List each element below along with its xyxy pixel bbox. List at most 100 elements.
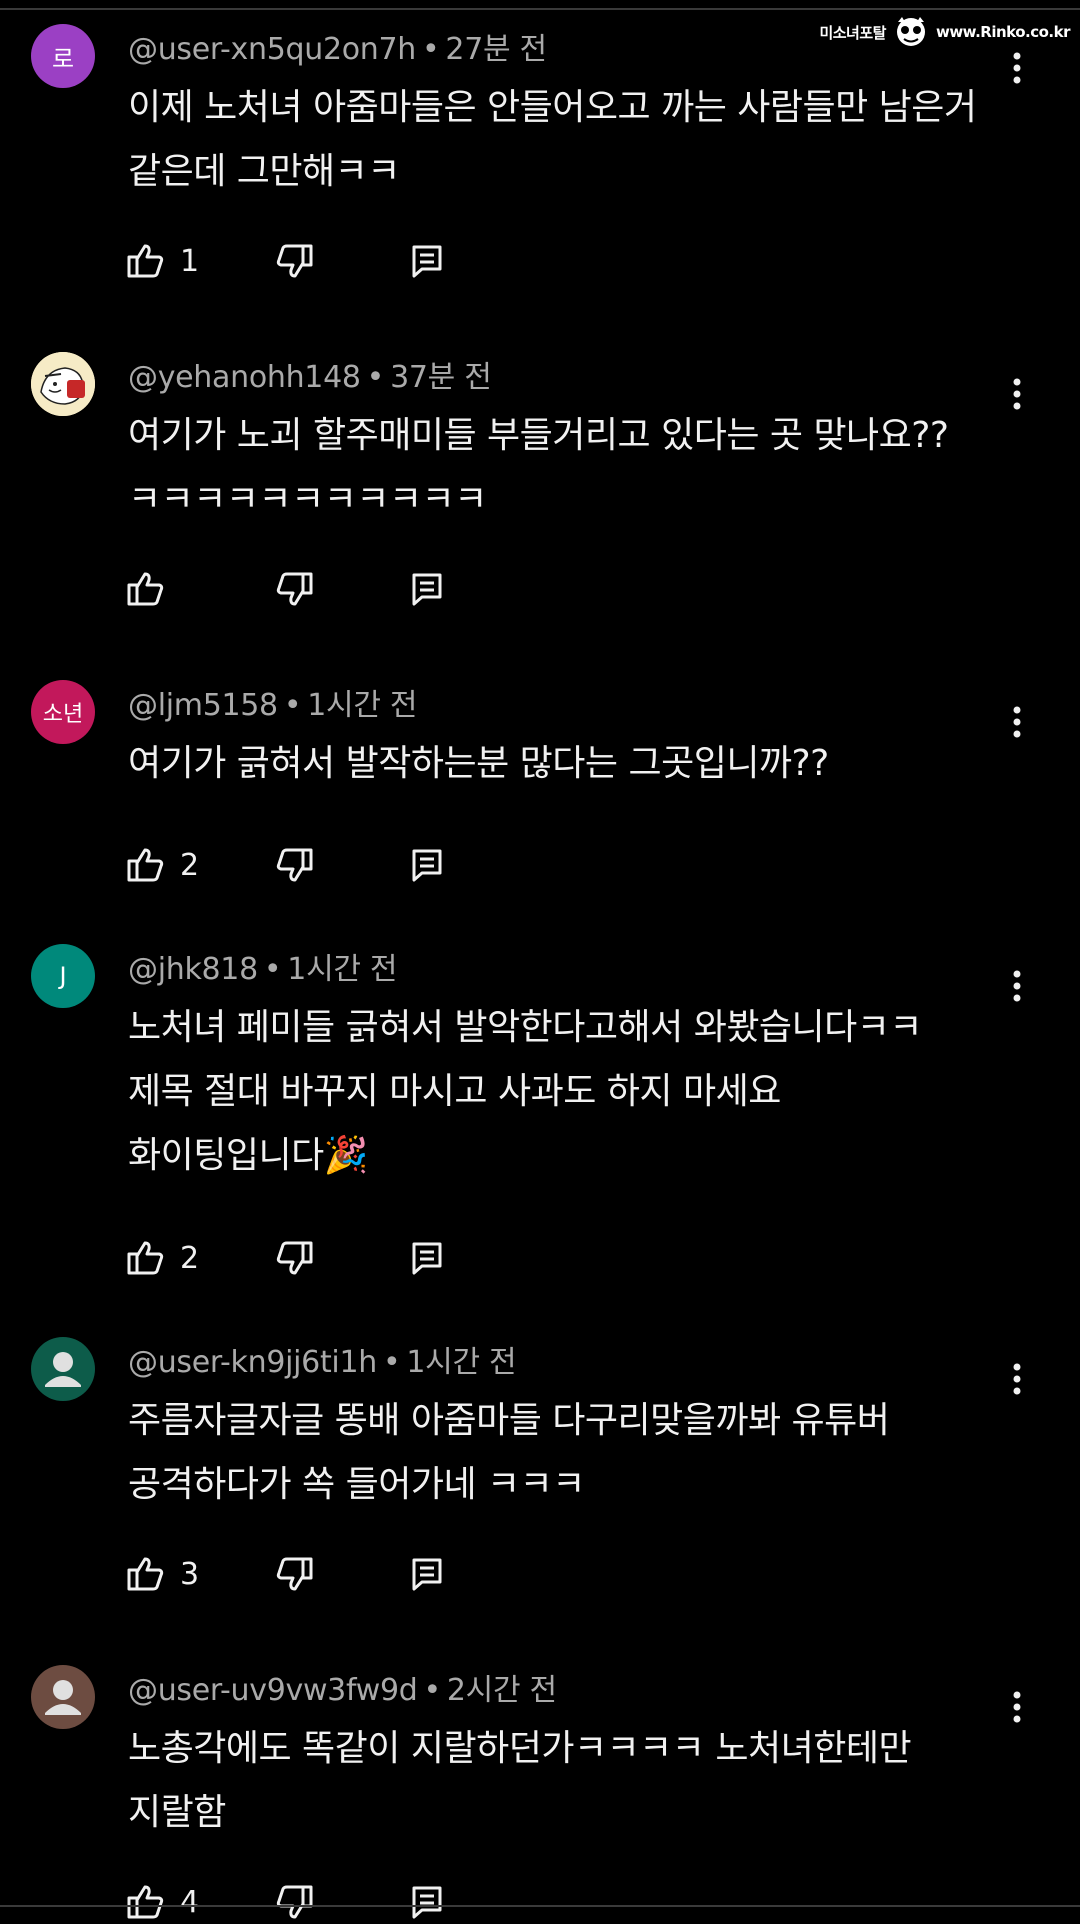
dislike-button[interactable] [274,239,314,283]
avatar[interactable]: 소년 [31,680,95,744]
reply-button[interactable] [410,567,444,611]
thumb-down-icon [274,569,314,609]
avatar[interactable]: J [31,944,95,1008]
comment-meta: @user-kn9jj6ti1h • 1시간 전 [128,1337,517,1381]
thumb-down-icon [274,1554,314,1594]
watermark-url: www.Rinko.co.kr [935,23,1071,41]
watermark: 미소녀포탈 www.Rinko.co.kr [819,14,1071,50]
reply-icon [410,1240,444,1276]
dislike-button[interactable] [274,1880,314,1924]
comment-text-line: 노처녀 페미들 긁혀서 발악한다고해서 와봤습니다ㅋㅋ [128,1007,923,1048]
like-count: 2 [180,847,200,883]
avatar-letter: 소년 [42,702,84,727]
comment-text: 노처녀 페미들 긁혀서 발악한다고해서 와봤습니다ㅋㅋ 제목 절대 바꾸지 마시고… [128,996,1018,1188]
thumb-down-icon [274,241,314,281]
like-button[interactable]: 4 [126,1880,199,1924]
avatar[interactable]: 로 [31,24,95,88]
avatar[interactable] [31,1337,95,1401]
comment-time: 1시간 전 [307,688,418,723]
watermark-text: 미소녀포탈 [819,23,886,42]
dislike-button[interactable] [274,843,314,887]
comment-text-line: 제목 절대 바꾸지 마시고 사과도 하지 마세요 [128,1071,781,1112]
meta-separator: • [283,688,302,723]
reply-icon [410,571,444,607]
author-handle[interactable]: @yehanohh148 [128,360,361,395]
comment-text-line: 지랄함 [128,1792,226,1833]
comment-time: 1시간 전 [287,952,398,987]
dislike-button[interactable] [274,1552,314,1596]
comment-text-line: 공격하다가 쏙 들어가네 ㅋㅋㅋ [128,1464,585,1505]
bottom-divider [0,1905,1080,1907]
comment-text-line: 이제 노처녀 아줌마들은 안들어오고 까는 사람들만 남은거 [128,87,977,128]
avatar[interactable] [31,352,95,416]
avatar-letter: J [59,962,67,990]
author-handle[interactable]: @user-kn9jj6ti1h [128,1345,377,1380]
watermark-logo-icon [896,17,925,46]
reply-icon [410,1556,444,1592]
like-count: 3 [180,1556,200,1592]
like-button[interactable]: 2 [126,843,199,887]
comment-text-line: 주름자글자글 똥배 아줌마들 다구리맞을까봐 유튜버 [128,1400,890,1441]
avatar[interactable] [31,1665,95,1729]
author-handle[interactable]: @ljm5158 [128,688,278,723]
default-person-icon [31,1665,95,1729]
author-handle[interactable]: @jhk818 [128,952,258,987]
avatar-letter: 로 [51,44,75,73]
like-count: 4 [180,1884,200,1920]
comment-text: 여기가 긁혀서 발작하는분 많다는 그곳입니까?? [128,732,1018,796]
reply-icon [410,1884,444,1920]
comment-actions: 3 [126,1552,526,1596]
comment-meta: @yehanohh148 • 37분 전 [128,352,492,396]
comment-meta: @user-uv9vw3fw9d • 2시간 전 [128,1665,557,1709]
comment-text: 노총각에도 똑같이 지랄하던가ㅋㅋㅋㅋ 노처녀한테만지랄함 [128,1717,1018,1845]
default-person-icon [31,1337,95,1401]
meta-separator: • [423,1673,441,1708]
comment-actions: 1 [126,239,526,283]
thumb-down-icon [274,1238,314,1278]
dislike-button[interactable] [274,1236,314,1280]
meta-separator: • [382,1345,401,1380]
author-handle[interactable]: @user-xn5qu2on7h [128,32,416,67]
thumb-up-icon [126,569,166,609]
comment-actions [126,567,526,611]
comment-text-line: 여기가 긁혀서 발작하는분 많다는 그곳입니까?? [128,743,829,784]
meta-separator: • [366,360,385,395]
thumb-up-icon [126,845,166,885]
thumb-down-icon [274,845,314,885]
like-count: 2 [180,1240,200,1276]
like-button[interactable] [126,567,180,611]
thumb-up-icon [126,1554,166,1594]
comment-text-line: 노총각에도 똑같이 지랄하던가ㅋㅋㅋㅋ 노처녀한테만 [128,1728,912,1769]
like-count: 1 [180,243,200,279]
author-handle[interactable]: @user-uv9vw3fw9d [128,1673,418,1708]
comment-actions: 4 [126,1880,526,1924]
like-button[interactable]: 1 [126,239,199,283]
like-button[interactable]: 2 [126,1236,199,1280]
comment-time: 27분 전 [445,32,547,67]
reply-button[interactable] [410,1880,444,1924]
comment-text-line: 여기가 노괴 할주매미들 부들거리고 있다는 곳 맞나요?? [128,415,949,456]
top-divider [0,8,1080,10]
comment-time: 2시간 전 [446,1673,557,1708]
reply-button[interactable] [410,1236,444,1280]
dislike-button[interactable] [274,567,314,611]
comment-time: 1시간 전 [406,1345,517,1380]
comment-meta: @user-xn5qu2on7h • 27분 전 [128,24,547,68]
thumb-up-icon [126,241,166,281]
reply-icon [410,243,444,279]
reply-button[interactable] [410,239,444,283]
comment-text-line: ㅋㅋㅋㅋㅋㅋㅋㅋㅋㅋㅋ [128,479,487,520]
reply-button[interactable] [410,1552,444,1596]
meta-separator: • [422,32,440,67]
cartoon-avatar-image [31,352,95,416]
like-button[interactable]: 3 [126,1552,199,1596]
reply-icon [410,847,444,883]
comment-text-line: 화이팅입니다🎉 [128,1135,369,1176]
thumb-down-icon [274,1882,314,1922]
comment-meta: @ljm5158 • 1시간 전 [128,680,417,724]
comment-actions: 2 [126,1236,526,1280]
comment-text: 여기가 노괴 할주매미들 부들거리고 있다는 곳 맞나요?? ㅋㅋㅋㅋㅋㅋㅋㅋㅋㅋ… [128,404,1018,532]
comment-text: 이제 노처녀 아줌마들은 안들어오고 까는 사람들만 남은거 같은데 그만해ㅋㅋ [128,76,1018,204]
comment-text: 주름자글자글 똥배 아줌마들 다구리맞을까봐 유튜버공격하다가 쏙 들어가네 ㅋ… [128,1389,1018,1517]
reply-button[interactable] [410,843,444,887]
